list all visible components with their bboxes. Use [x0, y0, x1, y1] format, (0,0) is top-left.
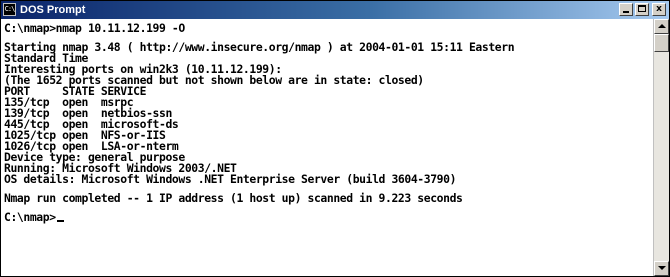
command-prompt-icon[interactable]: C:\ — [3, 3, 16, 16]
vertical-scrollbar[interactable] — [653, 19, 669, 276]
scroll-up-arrow-icon — [658, 24, 666, 28]
console-output[interactable]: C:\nmap>nmap 10.11.12.199 -O Starting nm… — [1, 19, 653, 276]
console-line: Starting nmap 3.48 ( http://www.insecure… — [4, 40, 515, 54]
console-line: OS details: Microsoft Windows .NET Enter… — [4, 172, 457, 186]
title-bar[interactable]: C:\ DOS Prompt x — [1, 1, 669, 19]
scroll-down-arrow-icon — [658, 266, 666, 270]
close-button[interactable]: x — [652, 3, 666, 16]
minimize-icon — [623, 11, 629, 13]
minimize-button[interactable] — [619, 3, 633, 16]
command-prompt-line[interactable]: C:\nmap> — [4, 210, 653, 224]
scroll-thumb[interactable] — [654, 34, 669, 52]
close-icon: x — [656, 4, 662, 14]
console-line: C:\nmap>nmap 10.11.12.199 -O — [4, 21, 185, 35]
dos-prompt-window[interactable]: C:\ DOS Prompt x C:\nmap>nmap 10.11.12.1… — [0, 0, 670, 277]
maximize-icon — [638, 5, 646, 12]
scroll-up-button[interactable] — [654, 19, 669, 34]
text-cursor — [56, 220, 64, 222]
window-title: DOS Prompt — [20, 4, 86, 16]
prompt-text: C:\nmap> — [4, 210, 56, 224]
console-line: Nmap run completed -- 1 IP address (1 ho… — [4, 191, 463, 205]
maximize-button[interactable] — [635, 3, 649, 16]
scroll-down-button[interactable] — [654, 261, 669, 276]
